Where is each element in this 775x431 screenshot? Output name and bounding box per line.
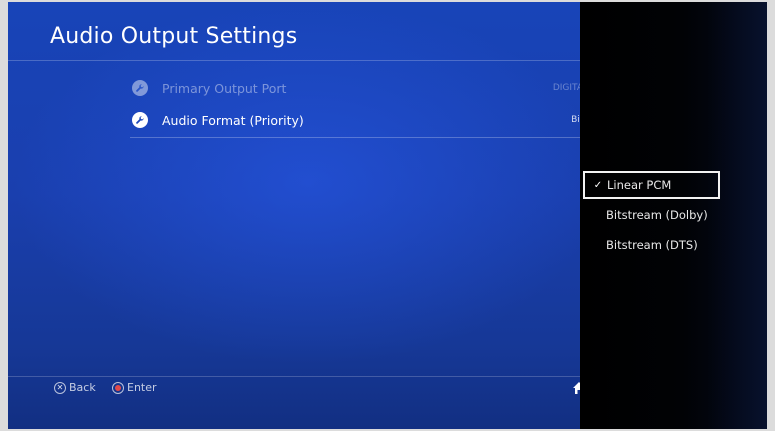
title-divider [8, 60, 588, 61]
cross-button-icon: ✕ [54, 381, 66, 394]
wrench-icon [132, 80, 148, 96]
circle-button-icon [112, 381, 124, 394]
wrench-icon [132, 112, 148, 128]
setting-audio-format-priority[interactable]: Audio Format (Priority) Bits [130, 103, 588, 138]
footer-divider [8, 376, 588, 377]
audio-output-settings-screen: Audio Output Settings Primary Output Por… [8, 2, 767, 429]
back-hint[interactable]: ✕ Back [54, 381, 96, 394]
checkmark-icon: ✓ [593, 179, 603, 191]
option-bitstream-dolby[interactable]: Bitstream (Dolby) [584, 201, 717, 229]
option-label: Bitstream (Dolby) [606, 208, 708, 222]
back-hint-label: Back [69, 381, 96, 394]
setting-label: Primary Output Port [162, 80, 287, 96]
option-label: Bitstream (DTS) [606, 238, 698, 252]
setting-primary-output-port[interactable]: Primary Output Port DIGITAL [130, 71, 588, 105]
enter-hint-label: Enter [127, 381, 157, 394]
page-title: Audio Output Settings [50, 24, 298, 49]
option-label: Linear PCM [607, 178, 672, 192]
option-linear-pcm[interactable]: ✓ Linear PCM [583, 171, 720, 199]
option-bitstream-dts[interactable]: Bitstream (DTS) [584, 231, 717, 259]
enter-hint[interactable]: Enter [112, 381, 157, 394]
setting-label: Audio Format (Priority) [162, 112, 304, 128]
